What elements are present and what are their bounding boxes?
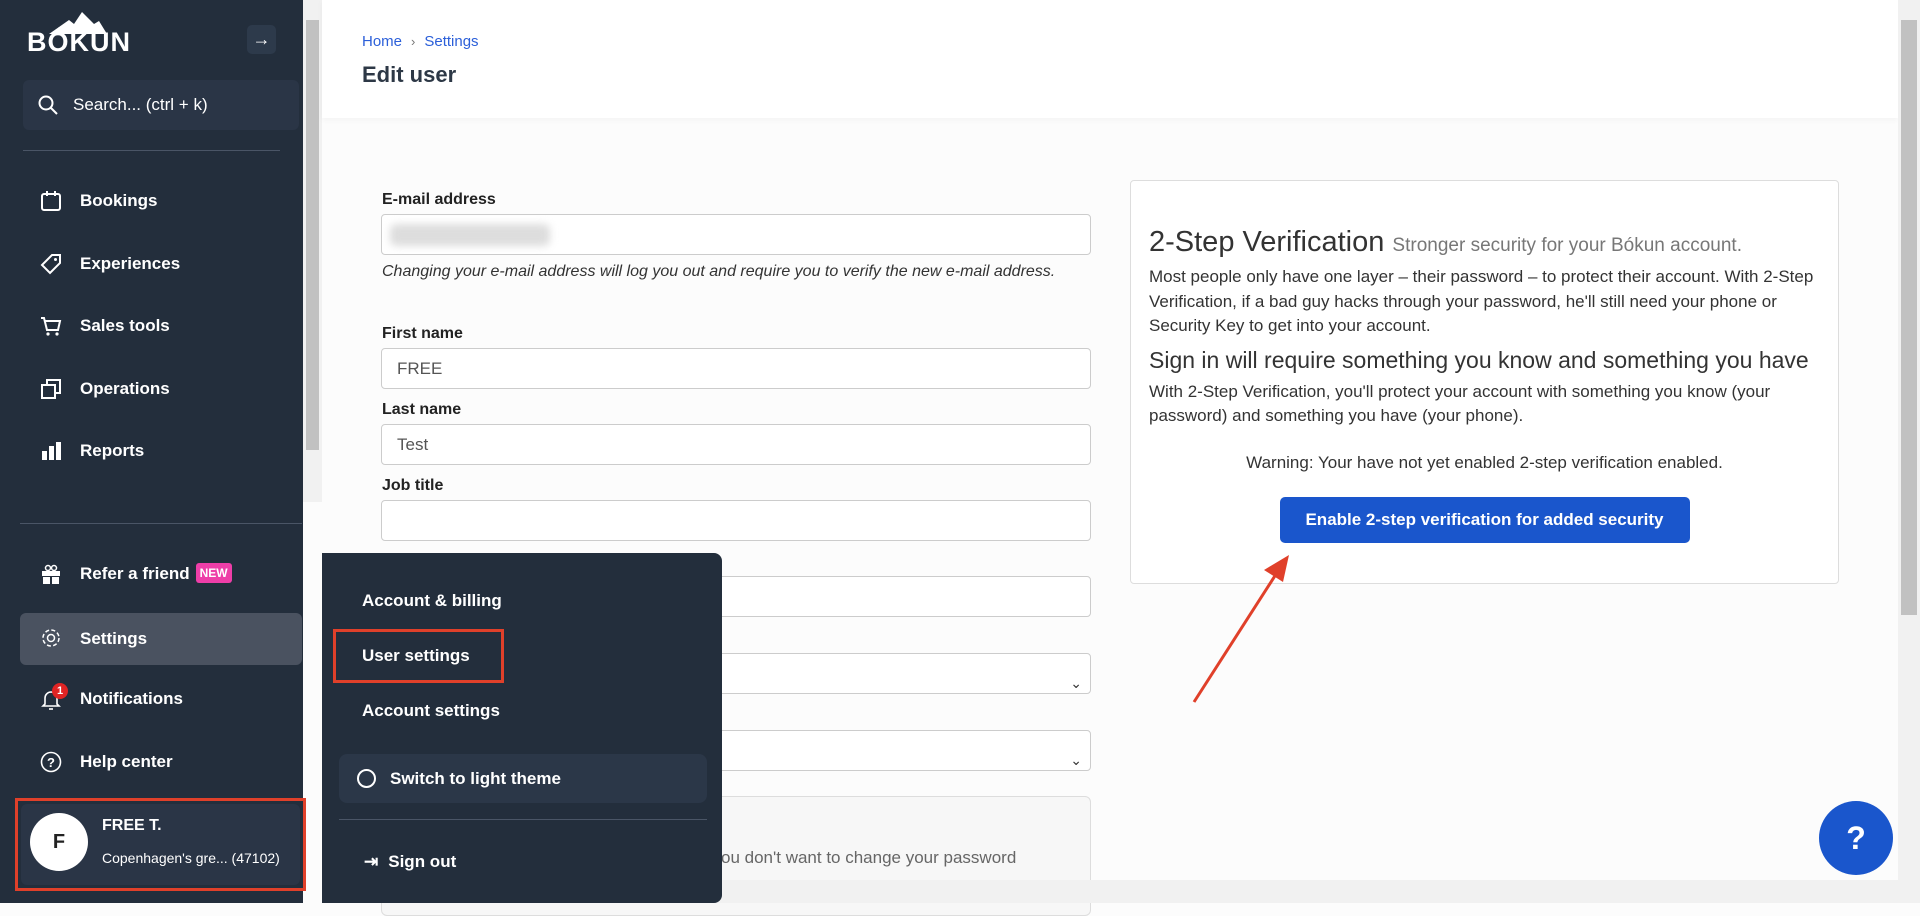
sidebar-item-label: Bookings (80, 191, 158, 210)
annotation-arrow-icon (1192, 555, 1289, 703)
enable-2-step-button[interactable]: Enable 2-step verification for added sec… (1279, 496, 1690, 543)
page-title: Edit user (362, 62, 457, 87)
new-badge: NEW (195, 563, 232, 583)
theme-label: Switch to light theme (390, 769, 561, 788)
sidebar-item-label: Help center (80, 752, 173, 771)
sign-out-icon: ⇥ (364, 852, 379, 871)
sidebar-item-label: Settings (80, 629, 148, 648)
menu-item-account-settings[interactable]: Account settings (362, 701, 500, 721)
sidebar-item-sales-tools[interactable]: Sales tools (20, 301, 302, 351)
divider (339, 819, 707, 820)
last-name-label: Last name (382, 401, 462, 418)
user-profile-card[interactable]: F FREE T. Copenhagen's gre... (47102) (15, 798, 306, 891)
two-step-heading: Sign in will require something you know … (1149, 346, 1809, 373)
calendar-icon (41, 191, 61, 211)
chevron-right-icon: › (411, 34, 416, 49)
notification-count-badge: 1 (52, 683, 68, 699)
breadcrumb-settings[interactable]: Settings (424, 33, 478, 50)
user-organization: Copenhagen's gre... (47102) (102, 850, 280, 866)
breadcrumb: Home › Settings (362, 33, 479, 50)
first-name-label: First name (382, 325, 463, 342)
sidebar-item-label: Refer a friend (80, 564, 190, 583)
bar-chart-icon (42, 442, 61, 460)
help-chat-button[interactable]: ? (1819, 801, 1893, 875)
two-step-title: 2-Step Verification Stronger security fo… (1149, 226, 1820, 259)
divider (23, 150, 280, 151)
tag-icon (40, 254, 61, 275)
two-step-subtitle: Stronger security for your Bókun account… (1392, 235, 1742, 256)
arrow-right-icon: → (252, 29, 271, 49)
bokun-logo[interactable]: BÓKUN (27, 12, 130, 58)
search-placeholder: Search... (ctrl + k) (73, 95, 208, 114)
sidebar: BÓKUN → Search... (ctrl + k) Bookings Ex… (0, 0, 306, 903)
collapse-sidebar-button[interactable]: → (247, 25, 276, 54)
chevron-down-icon: ⌄ (1070, 675, 1082, 691)
sidebar-item-refer-a-friend[interactable]: Refer a friend NEW (20, 549, 302, 599)
page-scrollbar-thumb[interactable] (1901, 20, 1917, 615)
gift-icon (42, 564, 60, 584)
sign-out-button[interactable]: ⇥ Sign out (364, 852, 456, 872)
user-name: FREE T. (102, 817, 162, 834)
question-circle-icon: ? (40, 751, 62, 773)
page-header: Home › Settings Edit user (322, 0, 1898, 118)
two-step-body: With 2-Step Verification, you'll protect… (1149, 381, 1771, 426)
email-label: E-mail address (382, 191, 496, 208)
sidebar-item-bookings[interactable]: Bookings (20, 176, 302, 226)
avatar: F (30, 813, 88, 871)
copy-icon (41, 379, 61, 399)
sidebar-item-label: Sales tools (80, 316, 170, 335)
two-step-title-text: 2-Step Verification (1149, 226, 1385, 258)
two-step-intro: Most people only have one layer – their … (1149, 267, 1814, 335)
email-help-text: Changing your e-mail address will log yo… (382, 263, 1056, 280)
redacted-email (390, 224, 550, 246)
gear-icon (42, 629, 60, 647)
email-field[interactable] (381, 214, 1091, 255)
sidebar-item-settings[interactable]: Settings (20, 613, 302, 665)
sidebar-item-help-center[interactable]: ? Help center (20, 737, 302, 787)
first-name-field[interactable]: FREE (381, 348, 1091, 389)
settings-menu-popup: Account & billing User settings Account … (322, 553, 722, 903)
search-icon (38, 95, 58, 115)
sidebar-item-experiences[interactable]: Experiences (20, 239, 302, 289)
switch-theme-button[interactable]: Switch to light theme (339, 754, 707, 803)
sidebar-item-operations[interactable]: Operations (20, 364, 302, 414)
cart-icon (41, 317, 62, 336)
breadcrumb-home[interactable]: Home (362, 33, 402, 50)
two-step-warning: Warning: Your have not yet enabled 2-ste… (1246, 452, 1723, 472)
circle-icon (357, 769, 376, 788)
logo-text: BÓKUN (27, 27, 131, 57)
sidebar-item-label: Experiences (80, 254, 181, 273)
two-step-verification-panel: 2-Step Verification Stronger security fo… (1130, 180, 1839, 584)
sidebar-item-reports[interactable]: Reports (20, 426, 302, 476)
sign-out-label: Sign out (388, 852, 457, 871)
sidebar-item-notifications[interactable]: 1 Notifications (20, 674, 302, 724)
chevron-down-icon: ⌄ (1070, 752, 1082, 768)
last-name-field[interactable]: Test (381, 424, 1091, 465)
org-id: (47102) (231, 850, 280, 866)
sidebar-item-label: Operations (80, 379, 170, 398)
sidebar-scrollbar-thumb[interactable] (306, 20, 319, 450)
job-title-label: Job title (382, 477, 444, 494)
menu-item-user-settings[interactable]: User settings (362, 646, 470, 666)
password-hint: ou don't want to change your password (721, 848, 1017, 867)
svg-text:?: ? (47, 755, 55, 770)
menu-item-account-billing[interactable]: Account & billing (362, 591, 502, 611)
sidebar-item-label: Reports (80, 441, 145, 460)
divider (20, 523, 302, 524)
job-title-field[interactable] (381, 500, 1091, 541)
search-input[interactable]: Search... (ctrl + k) (23, 80, 299, 130)
org-name: Copenhagen's gre... (102, 850, 228, 866)
sidebar-item-label: Notifications (80, 689, 183, 708)
